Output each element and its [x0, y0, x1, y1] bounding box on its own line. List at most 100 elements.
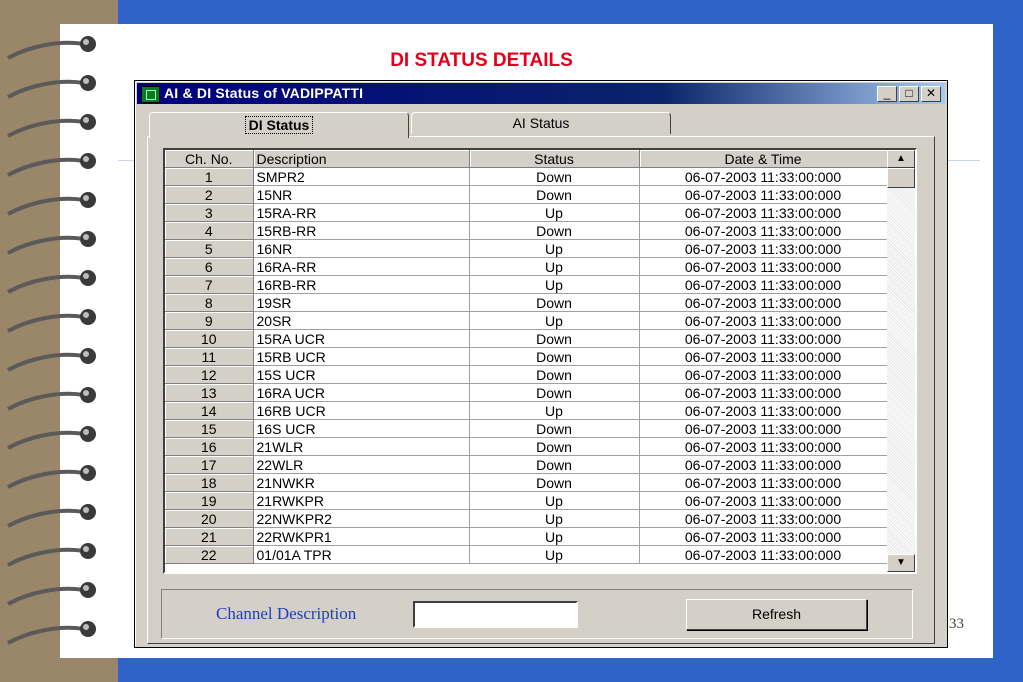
table-row[interactable]: 7 16RB-RR Up 06-07-2003 11:33:00:000: [165, 275, 888, 294]
table-row[interactable]: 20 22NWKPR2 Up 06-07-2003 11:33:00:000: [165, 509, 888, 528]
scroll-thumb[interactable]: [887, 168, 915, 188]
cell-date-time: 06-07-2003 11:33:00:000: [639, 455, 888, 474]
binding-ring: [7, 625, 85, 645]
cell-ch-no: 11: [165, 347, 254, 366]
cell-description: 21RWKPR: [253, 491, 470, 510]
cell-ch-no: 4: [165, 221, 254, 240]
channel-description-input[interactable]: [413, 601, 578, 628]
cell-ch-no: 14: [165, 401, 254, 420]
cell-date-time: 06-07-2003 11:33:00:000: [639, 347, 888, 366]
di-status-grid[interactable]: Ch. No. Description Status Date & Time 1…: [163, 148, 917, 574]
cell-date-time: 06-07-2003 11:33:00:000: [639, 545, 888, 564]
cell-ch-no: 12: [165, 365, 254, 384]
col-header-ch-no[interactable]: Ch. No.: [165, 150, 254, 168]
binding-ring: [7, 313, 85, 333]
table-row[interactable]: 15 16S UCR Down 06-07-2003 11:33:00:000: [165, 419, 888, 438]
binding-ring: [7, 430, 85, 450]
channel-description-label: Channel Description: [216, 604, 357, 623]
window-titlebar[interactable]: AI & DI Status of VADIPPATTI _ □ ✕: [137, 83, 945, 104]
cell-description: 15RB-RR: [253, 221, 470, 240]
cell-status: Down: [469, 473, 640, 492]
binding-ring: [7, 586, 85, 606]
cell-ch-no: 19: [165, 491, 254, 510]
cell-description: 16S UCR: [253, 419, 470, 438]
vertical-scrollbar[interactable]: ▲ ▼: [887, 150, 915, 572]
cell-date-time: 06-07-2003 11:33:00:000: [639, 203, 888, 222]
close-button[interactable]: ✕: [921, 86, 941, 102]
cell-ch-no: 18: [165, 473, 254, 492]
tab-ai-status[interactable]: AI Status: [411, 112, 671, 134]
cell-status: Up: [469, 491, 640, 510]
binding-hole-highlight: [83, 585, 89, 591]
tab-di-status[interactable]: DI Status: [149, 112, 409, 138]
cell-description: SMPR2: [253, 167, 470, 186]
table-row[interactable]: 5 16NR Up 06-07-2003 11:33:00:000: [165, 239, 888, 258]
cell-status: Down: [469, 293, 640, 312]
cell-ch-no: 20: [165, 509, 254, 528]
cell-ch-no: 2: [165, 185, 254, 204]
cell-description: 16RB UCR: [253, 401, 470, 420]
table-row[interactable]: 4 15RB-RR Down 06-07-2003 11:33:00:000: [165, 221, 888, 240]
cell-status: Down: [469, 167, 640, 186]
cell-date-time: 06-07-2003 11:33:00:000: [639, 509, 888, 528]
table-row[interactable]: 12 15S UCR Down 06-07-2003 11:33:00:000: [165, 365, 888, 384]
binding-hole-highlight: [83, 429, 89, 435]
table-row[interactable]: 18 21NWKR Down 06-07-2003 11:33:00:000: [165, 473, 888, 492]
binding-hole-highlight: [83, 273, 89, 279]
status-table: Ch. No. Description Status Date & Time 1…: [165, 150, 888, 564]
cell-date-time: 06-07-2003 11:33:00:000: [639, 491, 888, 510]
cell-status: Up: [469, 401, 640, 420]
cell-ch-no: 13: [165, 383, 254, 402]
col-header-status[interactable]: Status: [469, 150, 640, 168]
col-header-description[interactable]: Description: [253, 150, 470, 168]
table-row[interactable]: 10 15RA UCR Down 06-07-2003 11:33:00:000: [165, 329, 888, 348]
col-header-date-time[interactable]: Date & Time: [639, 150, 888, 168]
cell-status: Up: [469, 545, 640, 564]
cell-status: Up: [469, 203, 640, 222]
table-row[interactable]: 6 16RA-RR Up 06-07-2003 11:33:00:000: [165, 257, 888, 276]
scroll-up-button[interactable]: ▲: [887, 150, 915, 168]
cell-status: Down: [469, 437, 640, 456]
table-row[interactable]: 9 20SR Up 06-07-2003 11:33:00:000: [165, 311, 888, 330]
refresh-button[interactable]: Refresh: [686, 599, 867, 630]
table-row[interactable]: 14 16RB UCR Up 06-07-2003 11:33:00:000: [165, 401, 888, 420]
minimize-button[interactable]: _: [877, 86, 897, 102]
table-row[interactable]: 16 21WLR Down 06-07-2003 11:33:00:000: [165, 437, 888, 456]
app-icon: [141, 86, 160, 103]
binding-ring: [7, 391, 85, 411]
table-row[interactable]: 22 01/01A TPR Up 06-07-2003 11:33:00:000: [165, 545, 888, 564]
table-row[interactable]: 11 15RB UCR Down 06-07-2003 11:33:00:000: [165, 347, 888, 366]
cell-date-time: 06-07-2003 11:33:00:000: [639, 437, 888, 456]
cell-status: Down: [469, 347, 640, 366]
table-row[interactable]: 17 22WLR Down 06-07-2003 11:33:00:000: [165, 455, 888, 474]
cell-status: Up: [469, 275, 640, 294]
cell-ch-no: 21: [165, 527, 254, 546]
cell-date-time: 06-07-2003 11:33:00:000: [639, 527, 888, 546]
table-row[interactable]: 8 19SR Down 06-07-2003 11:33:00:000: [165, 293, 888, 312]
binding-hole-highlight: [83, 507, 89, 513]
binding-ring: [7, 547, 85, 567]
cell-description: 21WLR: [253, 437, 470, 456]
divider-line: [118, 160, 134, 161]
maximize-button[interactable]: □: [899, 86, 919, 102]
binding-ring: [7, 352, 85, 372]
table-row[interactable]: 19 21RWKPR Up 06-07-2003 11:33:00:000: [165, 491, 888, 510]
cell-description: 19SR: [253, 293, 470, 312]
table-row[interactable]: 2 15NR Down 06-07-2003 11:33:00:000: [165, 185, 888, 204]
binding-ring: [7, 274, 85, 294]
table-row[interactable]: 21 22RWKPR1 Up 06-07-2003 11:33:00:000: [165, 527, 888, 546]
table-row[interactable]: 3 15RA-RR Up 06-07-2003 11:33:00:000: [165, 203, 888, 222]
cell-date-time: 06-07-2003 11:33:00:000: [639, 383, 888, 402]
cell-ch-no: 5: [165, 239, 254, 258]
cell-description: 15NR: [253, 185, 470, 204]
table-row[interactable]: 13 16RA UCR Down 06-07-2003 11:33:00:000: [165, 383, 888, 402]
binding-hole-highlight: [83, 390, 89, 396]
binding-hole-highlight: [83, 78, 89, 84]
table-row[interactable]: 1 SMPR2 Down 06-07-2003 11:33:00:000: [165, 167, 888, 186]
cell-status: Up: [469, 257, 640, 276]
binding-ring: [7, 118, 85, 138]
cell-ch-no: 10: [165, 329, 254, 348]
binding-hole-highlight: [83, 351, 89, 357]
scroll-down-button[interactable]: ▼: [887, 554, 915, 572]
cell-date-time: 06-07-2003 11:33:00:000: [639, 185, 888, 204]
